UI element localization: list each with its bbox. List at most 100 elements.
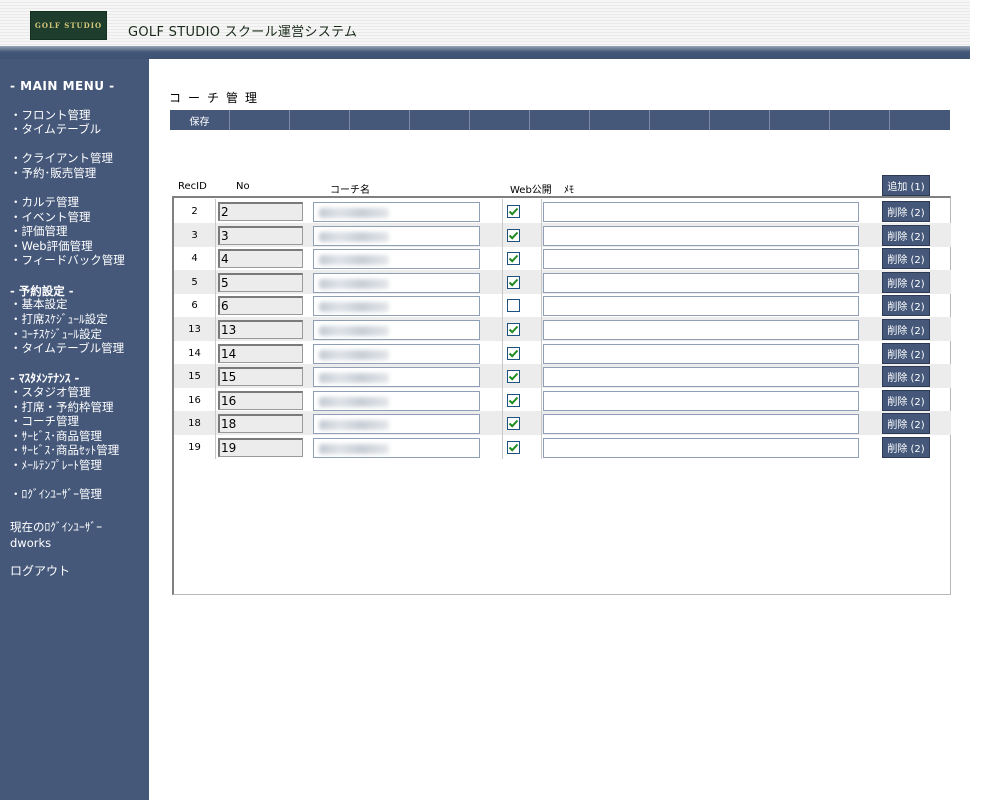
web-public-checkbox[interactable] xyxy=(507,229,520,242)
nav-login-user[interactable]: ・ﾛｸﾞｲﾝﾕｰｻﾞｰ管理 xyxy=(10,487,102,501)
web-public-checkbox[interactable] xyxy=(507,205,520,218)
web-public-checkbox[interactable] xyxy=(507,252,520,265)
delete-button[interactable]: 削除 (2) xyxy=(882,343,930,364)
toolbar-cell xyxy=(890,110,950,130)
table-row: 4 4 削除 (2) xyxy=(174,246,951,270)
column-divider xyxy=(502,293,503,317)
memo-field[interactable] xyxy=(543,296,859,316)
nav-karte[interactable]: ・カルテ管理 xyxy=(10,195,79,209)
logout-link[interactable]: ログアウト xyxy=(10,564,70,578)
delete-button[interactable]: 削除 (2) xyxy=(882,295,930,316)
no-field[interactable]: 18 xyxy=(218,414,303,433)
memo-field[interactable] xyxy=(543,391,859,411)
nav-mail-template[interactable]: ・ﾒｰﾙﾃﾝﾌﾟﾚｰﾄ管理 xyxy=(10,458,102,472)
coach-name-field[interactable] xyxy=(313,296,480,316)
no-field[interactable]: 6 xyxy=(218,296,303,315)
memo-field[interactable] xyxy=(543,320,859,340)
nav-reservation-sales[interactable]: ・予約･販売管理 xyxy=(10,166,96,180)
web-public-checkbox[interactable] xyxy=(507,394,520,407)
delete-button[interactable]: 削除 (2) xyxy=(882,390,930,411)
nav-front[interactable]: ・フロント管理 xyxy=(10,108,91,122)
nav-service-product-set[interactable]: ・ｻｰﾋﾞｽ･商品ｾｯﾄ管理 xyxy=(10,443,119,457)
add-button[interactable]: 追加 (1) xyxy=(882,175,930,196)
nav-timetable[interactable]: ・タイムテーブル xyxy=(10,122,101,136)
no-field[interactable]: 4 xyxy=(218,249,303,268)
memo-field[interactable] xyxy=(543,249,859,269)
coach-name-field[interactable] xyxy=(313,320,480,340)
delete-button[interactable]: 削除 (2) xyxy=(882,248,930,269)
nav-bay-slot[interactable]: ・打席・予約枠管理 xyxy=(10,400,114,414)
nav-evaluation[interactable]: ・評価管理 xyxy=(10,224,68,238)
nav-coach-schedule[interactable]: ・ｺｰﾁｽｹｼﾞｭｰﾙ設定 xyxy=(10,327,102,341)
coach-name-field[interactable] xyxy=(313,226,480,246)
save-button[interactable]: 保存 xyxy=(170,110,230,130)
no-field[interactable]: 5 xyxy=(218,273,303,292)
column-header-memo: ﾒﾓ xyxy=(564,185,574,196)
nav-client[interactable]: ・クライアント管理 xyxy=(10,151,113,165)
no-field[interactable]: 13 xyxy=(218,320,303,339)
current-user-label: 現在のﾛｸﾞｲﾝﾕｰｻﾞｰ xyxy=(10,520,102,534)
memo-field[interactable] xyxy=(543,438,859,458)
delete-button[interactable]: 削除 (2) xyxy=(882,437,930,458)
delete-button[interactable]: 削除 (2) xyxy=(882,366,930,387)
nav-service-product[interactable]: ・ｻｰﾋﾞｽ･商品管理 xyxy=(10,429,102,443)
table-row: 15 15 削除 (2) xyxy=(174,364,951,388)
nav-coach[interactable]: ・コーチ管理 xyxy=(10,414,79,428)
toolbar-cell xyxy=(350,110,410,130)
no-field[interactable]: 14 xyxy=(218,344,303,363)
column-divider xyxy=(502,199,503,223)
memo-field[interactable] xyxy=(543,367,859,387)
nav-web-evaluation[interactable]: ・Web評価管理 xyxy=(10,239,93,253)
memo-field[interactable] xyxy=(543,273,859,293)
nav-event[interactable]: ・イベント管理 xyxy=(10,210,91,224)
coach-name-field[interactable] xyxy=(313,391,480,411)
toolbar-cell xyxy=(830,110,890,130)
memo-field[interactable] xyxy=(543,202,859,222)
web-public-checkbox[interactable] xyxy=(507,347,520,360)
web-public-checkbox[interactable] xyxy=(507,417,520,430)
nav-studio[interactable]: ・スタジオ管理 xyxy=(10,385,91,399)
column-divider xyxy=(502,341,503,365)
toolbar-cell xyxy=(230,110,290,130)
web-public-checkbox[interactable] xyxy=(507,441,520,454)
no-field[interactable]: 19 xyxy=(218,438,303,457)
table-row: 6 6 削除 (2) xyxy=(174,293,951,317)
web-public-checkbox[interactable] xyxy=(507,323,520,336)
checkmark-icon xyxy=(508,349,519,358)
table-row: 14 14 削除 (2) xyxy=(174,341,951,365)
delete-button[interactable]: 削除 (2) xyxy=(882,201,930,222)
coach-name-field[interactable] xyxy=(313,202,480,222)
coach-name-field[interactable] xyxy=(313,438,480,458)
delete-button[interactable]: 削除 (2) xyxy=(882,225,930,246)
delete-button[interactable]: 削除 (2) xyxy=(882,413,930,434)
coach-name-field[interactable] xyxy=(313,273,480,293)
nav-timetable-mgmt[interactable]: ・タイムテーブル管理 xyxy=(10,341,124,355)
no-field[interactable]: 2 xyxy=(218,202,303,221)
web-public-checkbox[interactable] xyxy=(507,370,520,383)
blurred-name xyxy=(319,255,389,265)
recid-cell: 5 xyxy=(174,270,216,294)
blurred-name xyxy=(319,279,389,289)
column-divider xyxy=(502,317,503,341)
toolbar-cell xyxy=(710,110,770,130)
blurred-name xyxy=(319,373,389,383)
master-maintenance-heading: - ﾏｽﾀﾒﾝﾃﾅﾝｽ - xyxy=(10,371,80,385)
web-public-checkbox[interactable] xyxy=(507,299,520,312)
memo-field[interactable] xyxy=(543,344,859,364)
web-public-checkbox[interactable] xyxy=(507,276,520,289)
no-field[interactable]: 16 xyxy=(218,391,303,410)
coach-name-field[interactable] xyxy=(313,367,480,387)
no-field[interactable]: 3 xyxy=(218,226,303,245)
delete-button[interactable]: 削除 (2) xyxy=(882,272,930,293)
nav-feedback[interactable]: ・フィードバック管理 xyxy=(10,253,125,267)
memo-field[interactable] xyxy=(543,226,859,246)
nav-basic-settings[interactable]: ・基本設定 xyxy=(10,297,68,311)
memo-field[interactable] xyxy=(543,414,859,434)
nav-bay-schedule[interactable]: ・打席ｽｹｼﾞｭｰﾙ設定 xyxy=(10,312,108,326)
delete-button[interactable]: 削除 (2) xyxy=(882,319,930,340)
coach-name-field[interactable] xyxy=(313,344,480,364)
coach-name-field[interactable] xyxy=(313,414,480,434)
coach-name-field[interactable] xyxy=(313,249,480,269)
no-field[interactable]: 15 xyxy=(218,367,303,386)
table-row: 13 13 削除 (2) xyxy=(174,317,951,341)
